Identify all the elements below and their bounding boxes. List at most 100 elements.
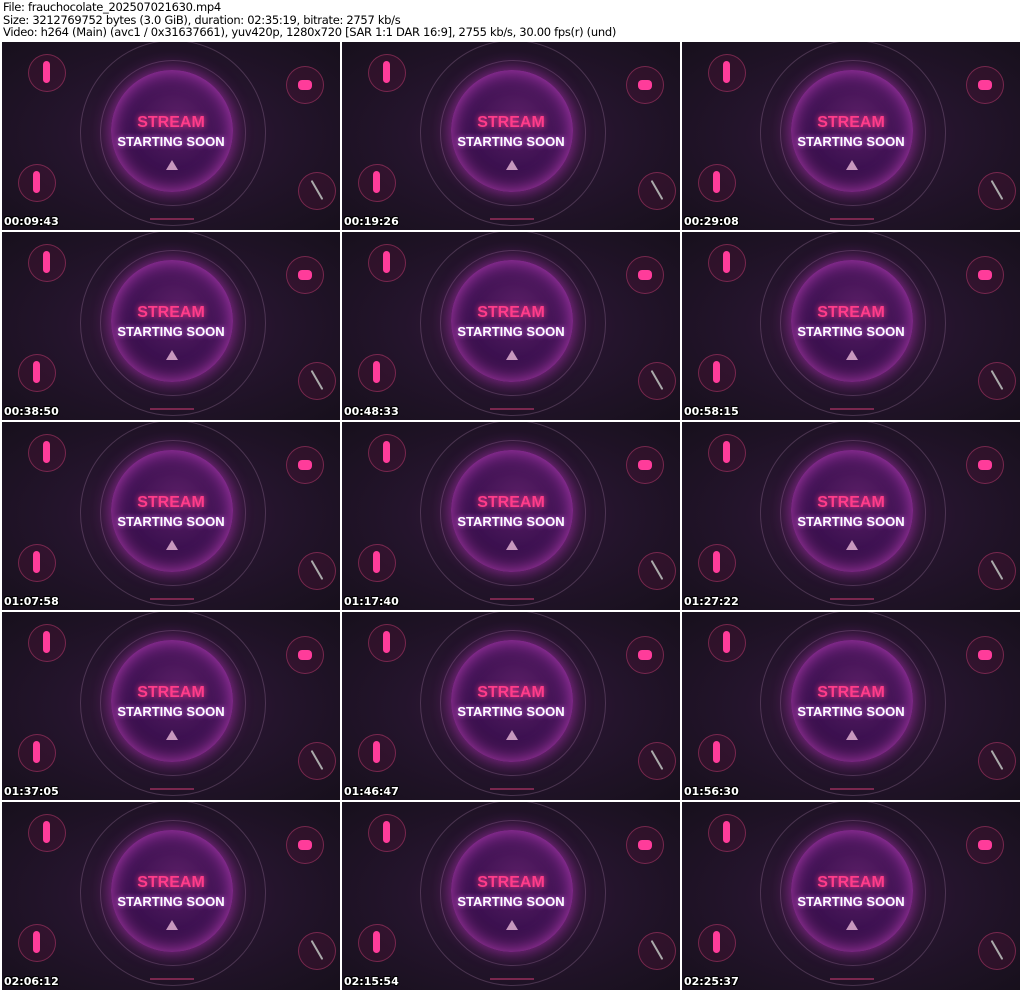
progress-decor — [830, 788, 874, 790]
toy-icon — [638, 552, 676, 590]
video-thumbnail[interactable]: STREAM STARTING SOON 00:09:43 — [2, 42, 340, 230]
toy-icon — [358, 924, 396, 962]
toy-icon — [286, 636, 324, 674]
toy-icon — [28, 244, 66, 282]
timestamp: 01:07:58 — [4, 595, 59, 608]
stream-title: STREAM — [817, 684, 885, 701]
thumbnail-grid: STREAM STARTING SOON 00:09:43 STREAM STA… — [2, 42, 1020, 990]
video-thumbnail[interactable]: STREAM STARTING SOON 00:38:50 — [2, 232, 340, 420]
starting-soon-text: STARTING SOON — [457, 514, 565, 529]
timestamp: 01:27:22 — [684, 595, 739, 608]
toy-icon — [18, 164, 56, 202]
video-thumbnail[interactable]: STREAM STARTING SOON 01:46:47 — [342, 612, 680, 800]
timestamp: 00:29:08 — [684, 215, 739, 228]
stream-title: STREAM — [817, 114, 885, 131]
video-thumbnail[interactable]: STREAM STARTING SOON 01:07:58 — [2, 422, 340, 610]
toy-icon — [978, 742, 1016, 780]
progress-decor — [490, 788, 534, 790]
toy-icon — [18, 734, 56, 772]
triangle-icon — [506, 730, 518, 740]
triangle-icon — [846, 160, 858, 170]
progress-decor — [830, 408, 874, 410]
triangle-icon — [846, 540, 858, 550]
stream-title: STREAM — [137, 874, 205, 891]
toy-icon — [698, 734, 736, 772]
toy-icon — [708, 54, 746, 92]
video-thumbnail[interactable]: STREAM STARTING SOON 02:15:54 — [342, 802, 680, 990]
video-thumbnail[interactable]: STREAM STARTING SOON 01:56:30 — [682, 612, 1020, 800]
triangle-icon — [166, 730, 178, 740]
toy-icon — [978, 362, 1016, 400]
starting-soon-text: STARTING SOON — [117, 514, 225, 529]
stream-title: STREAM — [137, 304, 205, 321]
toy-icon — [298, 172, 336, 210]
timestamp: 01:37:05 — [4, 785, 59, 798]
toy-icon — [286, 256, 324, 294]
starting-soon-text: STARTING SOON — [117, 134, 225, 149]
toy-icon — [28, 624, 66, 662]
starting-soon-text: STARTING SOON — [117, 894, 225, 909]
video-info: Video: h264 (Main) (avc1 / 0x31637661), … — [3, 25, 617, 39]
stream-title: STREAM — [477, 684, 545, 701]
toy-icon — [966, 66, 1004, 104]
timestamp: 01:17:40 — [344, 595, 399, 608]
progress-decor — [490, 598, 534, 600]
video-thumbnail[interactable]: STREAM STARTING SOON 01:27:22 — [682, 422, 1020, 610]
timestamp: 01:46:47 — [344, 785, 399, 798]
triangle-icon — [506, 920, 518, 930]
toy-icon — [28, 434, 66, 472]
progress-decor — [150, 978, 194, 980]
toy-icon — [368, 814, 406, 852]
toy-icon — [698, 924, 736, 962]
toy-icon — [708, 814, 746, 852]
timestamp: 00:19:26 — [344, 215, 399, 228]
video-thumbnail[interactable]: STREAM STARTING SOON 01:17:40 — [342, 422, 680, 610]
toy-icon — [18, 544, 56, 582]
file-info-header: File: frauchocolate_202507021630.mp4 Siz… — [3, 1, 616, 39]
timestamp: 00:09:43 — [4, 215, 59, 228]
stream-title: STREAM — [817, 494, 885, 511]
stream-title: STREAM — [817, 304, 885, 321]
starting-soon-text: STARTING SOON — [797, 894, 905, 909]
triangle-icon — [846, 730, 858, 740]
toy-icon — [978, 932, 1016, 970]
toy-icon — [626, 636, 664, 674]
stream-title: STREAM — [477, 874, 545, 891]
triangle-icon — [506, 160, 518, 170]
toy-icon — [18, 354, 56, 392]
toy-icon — [358, 164, 396, 202]
toy-icon — [18, 924, 56, 962]
toy-icon — [28, 54, 66, 92]
toy-icon — [298, 362, 336, 400]
starting-soon-text: STARTING SOON — [457, 704, 565, 719]
timestamp: 02:25:37 — [684, 975, 739, 988]
toy-icon — [708, 244, 746, 282]
video-thumbnail[interactable]: STREAM STARTING SOON 02:06:12 — [2, 802, 340, 990]
triangle-icon — [846, 920, 858, 930]
video-thumbnail[interactable]: STREAM STARTING SOON 00:29:08 — [682, 42, 1020, 230]
stream-title: STREAM — [477, 304, 545, 321]
toy-icon — [298, 742, 336, 780]
video-thumbnail[interactable]: STREAM STARTING SOON 01:37:05 — [2, 612, 340, 800]
toy-icon — [298, 932, 336, 970]
stream-title: STREAM — [817, 874, 885, 891]
starting-soon-text: STARTING SOON — [457, 894, 565, 909]
toy-icon — [966, 826, 1004, 864]
video-thumbnail[interactable]: STREAM STARTING SOON 00:48:33 — [342, 232, 680, 420]
toy-icon — [698, 354, 736, 392]
progress-decor — [150, 218, 194, 220]
file-name: File: frauchocolate_202507021630.mp4 — [3, 0, 221, 14]
toy-icon — [358, 544, 396, 582]
stream-title: STREAM — [477, 494, 545, 511]
starting-soon-text: STARTING SOON — [117, 704, 225, 719]
video-thumbnail[interactable]: STREAM STARTING SOON 00:58:15 — [682, 232, 1020, 420]
video-thumbnail[interactable]: STREAM STARTING SOON 00:19:26 — [342, 42, 680, 230]
starting-soon-text: STARTING SOON — [797, 514, 905, 529]
timestamp: 01:56:30 — [684, 785, 739, 798]
timestamp: 00:38:50 — [4, 405, 59, 418]
timestamp: 02:06:12 — [4, 975, 59, 988]
toy-icon — [708, 434, 746, 472]
video-thumbnail[interactable]: STREAM STARTING SOON 02:25:37 — [682, 802, 1020, 990]
progress-decor — [490, 408, 534, 410]
timestamp: 00:48:33 — [344, 405, 399, 418]
